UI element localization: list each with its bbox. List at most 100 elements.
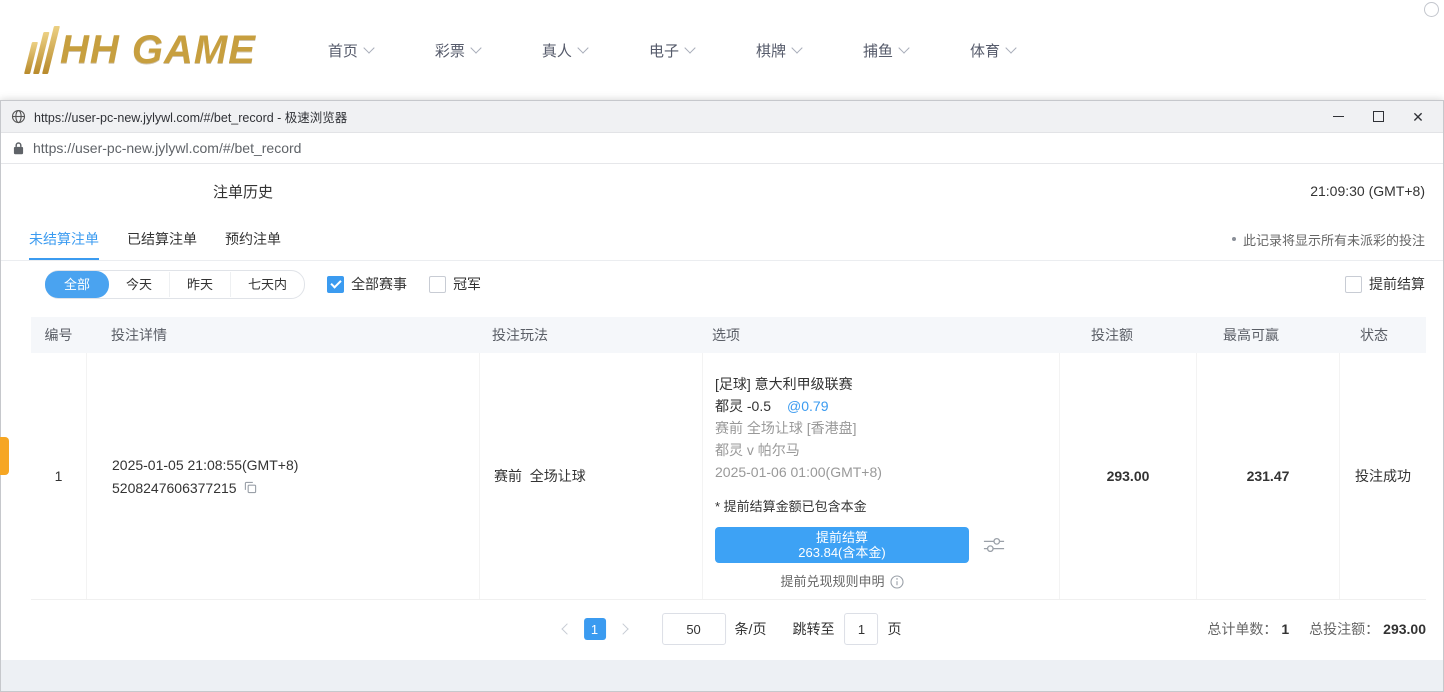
tab-note-text: 此记录将显示所有未派彩的投注 [1243, 230, 1425, 249]
cell-row-id: 1 [31, 353, 87, 599]
browser-window: https://user-pc-new.jylywl.com/#/bet_rec… [0, 100, 1444, 692]
page-content: 注单历史 21:09:30 (GMT+8) 未结算注单 已结算注单 预约注单 此… [1, 164, 1443, 691]
globe-icon [11, 109, 26, 124]
chevron-down-icon [1005, 42, 1016, 53]
chevron-down-icon [470, 42, 481, 53]
site-topbar: HH GAME 首页 彩票 真人 电子 棋牌 捕鱼 体育 [0, 0, 1444, 100]
chevron-down-icon [577, 42, 588, 53]
bullet-dot-icon [1232, 237, 1236, 241]
maximize-button[interactable] [1369, 108, 1387, 126]
per-page-input[interactable] [662, 613, 726, 645]
bet-number: 5208247606377215 [112, 480, 237, 496]
sliders-icon[interactable] [983, 536, 1005, 554]
cashout-note: * 提前结算金额已包含本金 [715, 496, 1047, 518]
window-title: https://user-pc-new.jylywl.com/#/bet_rec… [34, 107, 347, 126]
tab-settled[interactable]: 已结算注单 [127, 218, 197, 260]
pagination-bar: 1 条/页 跳转至 页 总计单数： 1 总投注额： 293.00 [31, 606, 1426, 652]
nav-label: 捕鱼 [863, 40, 893, 61]
cell-option: [足球] 意大利甲级联赛 都灵 -0.5@0.79 赛前 全场让球 [香港盘] … [703, 353, 1060, 599]
side-panel-handle[interactable] [0, 437, 9, 475]
minimize-button[interactable] [1329, 108, 1347, 126]
nav-item-home[interactable]: 首页 [328, 40, 373, 61]
close-button[interactable]: ✕ [1409, 108, 1427, 126]
tab-reserved[interactable]: 预约注单 [225, 218, 281, 260]
header-detail: 投注详情 [86, 325, 478, 345]
header-amount: 投注额 [1044, 325, 1180, 345]
nav-item-live[interactable]: 真人 [542, 40, 587, 61]
cashout-button[interactable]: 提前结算 263.84(含本金) [715, 527, 969, 563]
chevron-down-icon [791, 42, 802, 53]
cashout-rule-text: 提前兑现规则申明 [780, 571, 884, 593]
date-filter-group: 全部 今天 昨天 七天内 [45, 270, 305, 299]
cell-max-win: 231.47 [1197, 353, 1340, 599]
main-nav: 首页 彩票 真人 电子 棋牌 捕鱼 体育 [328, 40, 1015, 61]
logo-bars-icon [24, 26, 60, 74]
nav-item-sports[interactable]: 体育 [970, 40, 1015, 61]
nav-item-cards[interactable]: 棋牌 [756, 40, 801, 61]
cell-status: 投注成功 [1340, 353, 1426, 599]
filter-yesterday[interactable]: 昨天 [170, 272, 231, 297]
next-page-button[interactable] [612, 618, 634, 640]
total-amount-value: 293.00 [1383, 621, 1426, 637]
early-settle-label: 提前结算 [1369, 274, 1425, 294]
info-icon [890, 575, 904, 589]
page-header: 注单历史 21:09:30 (GMT+8) [1, 164, 1443, 218]
nav-label: 体育 [970, 40, 1000, 61]
site-logo[interactable]: HH GAME [30, 26, 256, 74]
nav-item-fishing[interactable]: 捕鱼 [863, 40, 908, 61]
early-settle-checkbox[interactable]: 提前结算 [1345, 274, 1425, 294]
all-events-label: 全部赛事 [351, 274, 407, 294]
nav-label: 首页 [328, 40, 358, 61]
header-status: 状态 [1322, 325, 1426, 345]
bet-table: 编号 投注详情 投注玩法 选项 投注额 最高可赢 状态 1 2025-01-05… [31, 317, 1426, 600]
champion-checkbox[interactable]: 冠军 [429, 274, 481, 294]
pagination-controls: 1 条/页 跳转至 页 [556, 613, 902, 645]
page-corner-icon[interactable] [1424, 2, 1439, 17]
copy-icon[interactable] [244, 481, 257, 494]
prev-page-button[interactable] [556, 618, 578, 640]
total-count-value: 1 [1281, 621, 1289, 637]
league-name: [足球] 意大利甲级联赛 [715, 373, 1047, 395]
selection: 都灵 -0.5 [715, 398, 771, 414]
checkbox-empty-icon [429, 276, 446, 293]
cell-play-type: 赛前 全场让球 [480, 353, 703, 599]
match-teams: 都灵 v 帕尔马 [715, 439, 1047, 461]
page-number-button[interactable]: 1 [584, 618, 606, 640]
nav-item-slots[interactable]: 电子 [649, 40, 694, 61]
url-text: https://user-pc-new.jylywl.com/#/bet_rec… [33, 140, 301, 156]
checkbox-checked-icon [327, 276, 344, 293]
nav-item-lottery[interactable]: 彩票 [435, 40, 480, 61]
cell-bet-detail: 2025-01-05 21:08:55(GMT+8) 5208247606377… [87, 353, 480, 599]
table-row: 1 2025-01-05 21:08:55(GMT+8) 52082476063… [31, 353, 1426, 600]
checkbox-empty-icon [1345, 276, 1362, 293]
totals-summary: 总计单数： 1 总投注额： 293.00 [1207, 619, 1426, 639]
server-time: 21:09:30 (GMT+8) [1310, 183, 1425, 199]
filter-today[interactable]: 今天 [109, 272, 170, 297]
page-unit-label: 页 [887, 619, 901, 639]
nav-label: 棋牌 [756, 40, 786, 61]
table-header: 编号 投注详情 投注玩法 选项 投注额 最高可赢 状态 [31, 317, 1426, 353]
header-play: 投注玩法 [478, 325, 700, 345]
address-bar[interactable]: https://user-pc-new.jylywl.com/#/bet_rec… [1, 133, 1443, 164]
header-option: 选项 [700, 325, 1044, 345]
chevron-down-icon [684, 42, 695, 53]
cashout-rule-link[interactable]: 提前兑现规则申明 [715, 571, 969, 593]
odds-value: @0.79 [787, 398, 828, 414]
lock-icon [13, 141, 24, 155]
window-titlebar: https://user-pc-new.jylywl.com/#/bet_rec… [1, 101, 1443, 133]
page-title: 注单历史 [213, 181, 273, 202]
tab-unsettled[interactable]: 未结算注单 [29, 218, 99, 260]
header-maxwin: 最高可赢 [1180, 325, 1322, 345]
filter-all[interactable]: 全部 [45, 271, 109, 298]
match-time: 2025-01-06 01:00(GMT+8) [715, 461, 1047, 483]
market-type: 赛前 全场让球 [香港盘] [715, 417, 1047, 439]
all-events-checkbox[interactable]: 全部赛事 [327, 274, 407, 294]
jump-page-input[interactable] [844, 613, 878, 645]
nav-label: 彩票 [435, 40, 465, 61]
record-tabs: 未结算注单 已结算注单 预约注单 此记录将显示所有未派彩的投注 [1, 218, 1443, 261]
total-count-label: 总计单数： [1207, 619, 1277, 639]
champion-label: 冠军 [453, 274, 481, 294]
filter-7days[interactable]: 七天内 [231, 272, 304, 297]
header-id: 编号 [31, 325, 86, 345]
bet-time: 2025-01-05 21:08:55(GMT+8) [112, 457, 479, 473]
